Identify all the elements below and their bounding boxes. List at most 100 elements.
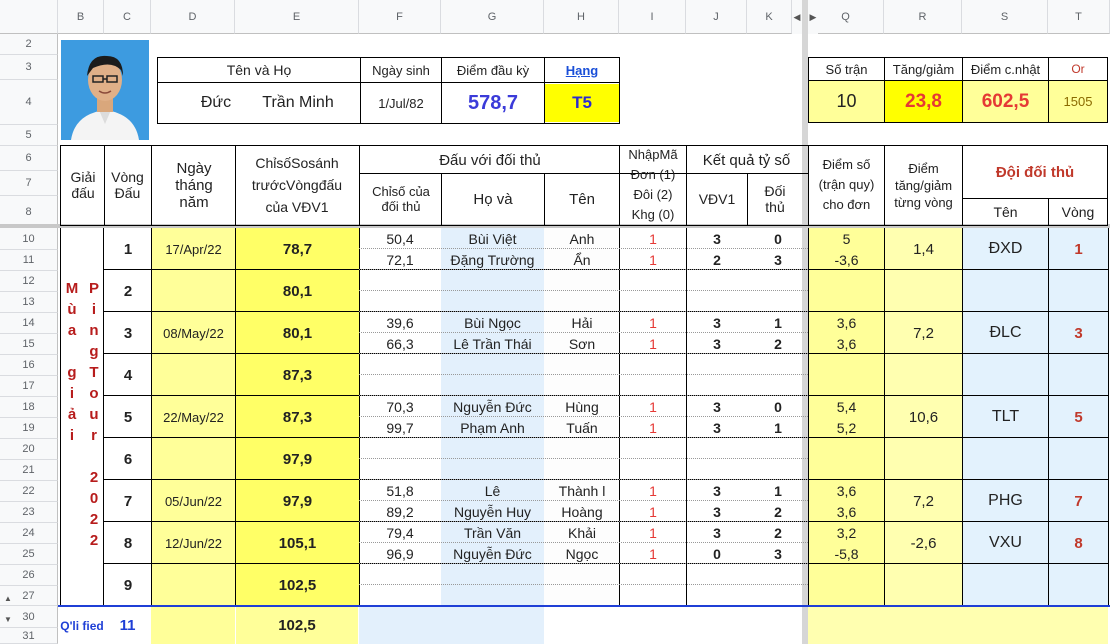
opp-team-round[interactable] (1049, 354, 1108, 396)
opp-team-name[interactable] (963, 270, 1048, 312)
score-opponent[interactable]: 2 (748, 522, 808, 543)
score-vdv1[interactable]: 3 (687, 501, 747, 522)
match-date[interactable]: 08/May/22 (152, 312, 235, 354)
opp-index[interactable]: 70,3 (360, 396, 440, 417)
match-date[interactable]: 17/Apr/22 (152, 228, 235, 270)
compare-index[interactable]: 97,9 (236, 480, 359, 522)
entry-code[interactable]: 1 (620, 501, 686, 522)
opp-index[interactable]: 89,2 (360, 501, 440, 522)
score-opponent[interactable]: 1 (748, 480, 808, 501)
round-change[interactable] (885, 438, 962, 480)
score-vdv1[interactable]: 3 (687, 228, 747, 249)
entry-code[interactable]: 1 (620, 417, 686, 438)
round-number[interactable]: 5 (105, 396, 151, 438)
row-header-14[interactable]: 14 (0, 313, 58, 334)
game-points[interactable]: 3,6 (809, 333, 884, 354)
game-points[interactable]: 3,6 (809, 501, 884, 522)
match-date[interactable] (152, 354, 235, 396)
entry-code[interactable]: 1 (620, 522, 686, 543)
rank-value[interactable]: T5 (545, 84, 619, 122)
compare-index[interactable]: 97,9 (236, 438, 359, 480)
bottom-round[interactable]: 11 (106, 607, 149, 644)
column-header-B[interactable]: B (58, 0, 104, 34)
score-vdv1[interactable]: 3 (687, 312, 747, 333)
first-name-value[interactable]: Đức (188, 84, 244, 122)
opp-firstname[interactable]: Tuấn (545, 417, 619, 438)
compare-index[interactable]: 87,3 (236, 396, 359, 438)
opp-lastname[interactable]: Bùi Ngọc (442, 312, 543, 333)
opp-lastname[interactable]: Nguyễn Đức (442, 396, 543, 417)
row-header-15[interactable]: 15 (0, 334, 58, 355)
score-opponent[interactable]: 0 (748, 228, 808, 249)
row-header-18[interactable]: 18 (0, 397, 58, 418)
change-value[interactable]: 23,8 (885, 81, 962, 122)
row-header-11[interactable]: 11 (0, 250, 58, 271)
score-vdv1[interactable]: 3 (687, 417, 747, 438)
round-number[interactable]: 9 (105, 564, 151, 606)
opp-team-name[interactable] (963, 354, 1048, 396)
score-opponent[interactable]: 1 (748, 417, 808, 438)
opp-team-round[interactable] (1049, 270, 1108, 312)
round-change[interactable] (885, 564, 962, 606)
row-header-13[interactable]: 13 (0, 292, 58, 313)
round-number[interactable]: 3 (105, 312, 151, 354)
round-number[interactable]: 4 (105, 354, 151, 396)
row-collapse-up-icon[interactable]: ▲ (2, 591, 14, 605)
score-opponent[interactable]: 3 (748, 543, 808, 564)
opp-index[interactable]: 96,9 (360, 543, 440, 564)
entry-code[interactable]: 1 (620, 396, 686, 417)
game-points[interactable]: -3,6 (809, 249, 884, 270)
score-vdv1[interactable]: 3 (687, 522, 747, 543)
opp-lastname[interactable]: Phạm Anh (442, 417, 543, 438)
entry-code[interactable]: 1 (620, 228, 686, 249)
column-header-I[interactable]: I (619, 0, 686, 34)
opp-lastname[interactable]: Đặng Trường (442, 249, 543, 270)
row-header-19[interactable]: 19 (0, 418, 58, 439)
column-header-H[interactable]: H (544, 0, 619, 34)
column-header-D[interactable]: D (151, 0, 235, 34)
opp-team-round[interactable]: 3 (1049, 312, 1108, 354)
opp-lastname[interactable]: Lê (442, 480, 543, 501)
game-points[interactable]: 5,4 (809, 396, 884, 417)
column-header-J[interactable]: J (686, 0, 747, 34)
opp-index[interactable]: 50,4 (360, 228, 440, 249)
match-date[interactable]: 12/Jun/22 (152, 522, 235, 564)
opp-team-round[interactable] (1049, 564, 1108, 606)
opp-firstname[interactable]: Thành l (545, 480, 619, 501)
opp-firstname[interactable]: Ngọc (545, 543, 619, 564)
opp-firstname[interactable]: Khải (545, 522, 619, 543)
match-date[interactable]: 05/Jun/22 (152, 480, 235, 522)
opp-index[interactable]: 51,8 (360, 480, 440, 501)
opp-firstname[interactable]: Ẩn (545, 249, 619, 270)
score-vdv1[interactable]: 3 (687, 396, 747, 417)
score-vdv1[interactable]: 3 (687, 480, 747, 501)
opp-lastname[interactable]: Bùi Việt (442, 228, 543, 249)
column-header-R[interactable]: R (884, 0, 962, 34)
opp-lastname[interactable]: Lê Trần Thái (442, 333, 543, 354)
matches-count-value[interactable]: 10 (809, 81, 884, 122)
game-points[interactable]: 3,2 (809, 522, 884, 543)
score-opponent[interactable]: 3 (748, 249, 808, 270)
row-header-21[interactable]: 21 (0, 460, 58, 481)
row-header-17[interactable]: 17 (0, 376, 58, 397)
score-vdv1[interactable]: 2 (687, 249, 747, 270)
opp-team-name[interactable]: PHG (963, 480, 1048, 522)
row-header-10[interactable]: 10 (0, 228, 58, 250)
opp-index[interactable]: 79,4 (360, 522, 440, 543)
row-header-20[interactable]: 20 (0, 439, 58, 460)
compare-index[interactable]: 78,7 (236, 228, 359, 270)
opp-team-name[interactable]: VXU (963, 522, 1048, 564)
game-points[interactable]: 3,6 (809, 480, 884, 501)
row-header-16[interactable]: 16 (0, 355, 58, 376)
row-header-31[interactable]: 31 (0, 628, 58, 644)
column-header-S[interactable]: S (962, 0, 1048, 34)
row-header-25[interactable]: 25 (0, 544, 58, 565)
score-opponent[interactable]: 2 (748, 333, 808, 354)
round-change[interactable]: -2,6 (885, 522, 962, 564)
opp-team-round[interactable]: 7 (1049, 480, 1108, 522)
opp-firstname[interactable]: Hoàng (545, 501, 619, 522)
round-change[interactable]: 7,2 (885, 480, 962, 522)
match-date[interactable]: 22/May/22 (152, 396, 235, 438)
round-change[interactable]: 7,2 (885, 312, 962, 354)
opp-index[interactable]: 39,6 (360, 312, 440, 333)
